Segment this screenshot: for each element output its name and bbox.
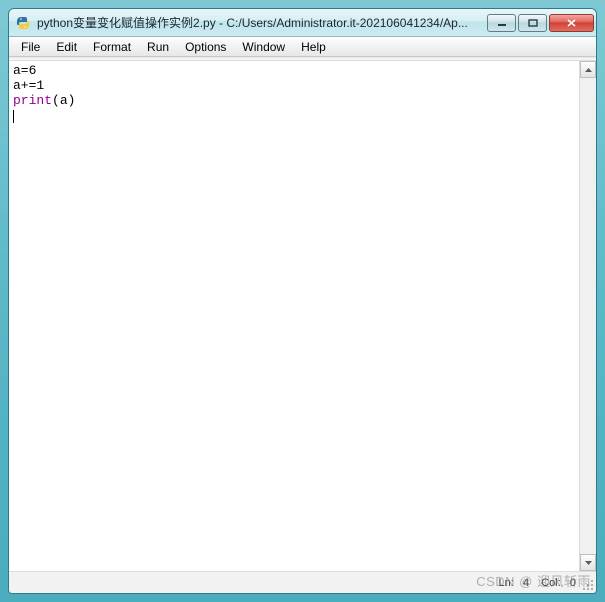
statusbar: Ln: 4 Col: 0 (9, 571, 596, 593)
ln-label: Ln: (499, 577, 514, 589)
titlebar[interactable]: python变量变化赋值操作实例2.py - C:/Users/Administ… (9, 9, 596, 37)
status-col: Col: 0 (541, 577, 576, 589)
menu-help[interactable]: Help (293, 38, 334, 56)
minimize-button[interactable] (487, 14, 516, 32)
status-line: Ln: 4 (499, 577, 530, 589)
window-title: python变量变化赋值操作实例2.py - C:/Users/Administ… (37, 14, 487, 31)
menubar: File Edit Format Run Options Window Help (9, 37, 596, 57)
scroll-up-arrow-icon[interactable] (580, 61, 596, 78)
scroll-track[interactable] (580, 78, 596, 554)
python-app-icon (15, 15, 31, 31)
close-button[interactable] (549, 14, 594, 32)
col-value: 0 (570, 577, 576, 589)
editor-area: a=6a+=1print(a) (9, 61, 596, 571)
code-editor[interactable]: a=6a+=1print(a) (9, 61, 579, 571)
menu-options[interactable]: Options (177, 38, 234, 56)
menu-edit[interactable]: Edit (48, 38, 85, 56)
idle-editor-window: python变量变化赋值操作实例2.py - C:/Users/Administ… (8, 8, 597, 594)
vertical-scrollbar[interactable] (579, 61, 596, 571)
col-label: Col: (541, 577, 561, 589)
menu-window[interactable]: Window (234, 38, 293, 56)
ln-value: 4 (523, 577, 529, 589)
maximize-button[interactable] (518, 14, 547, 32)
menu-run[interactable]: Run (139, 38, 177, 56)
scroll-down-arrow-icon[interactable] (580, 554, 596, 571)
resize-grip-icon[interactable] (582, 579, 594, 591)
menu-file[interactable]: File (13, 38, 48, 56)
window-controls (487, 14, 594, 32)
menu-format[interactable]: Format (85, 38, 139, 56)
